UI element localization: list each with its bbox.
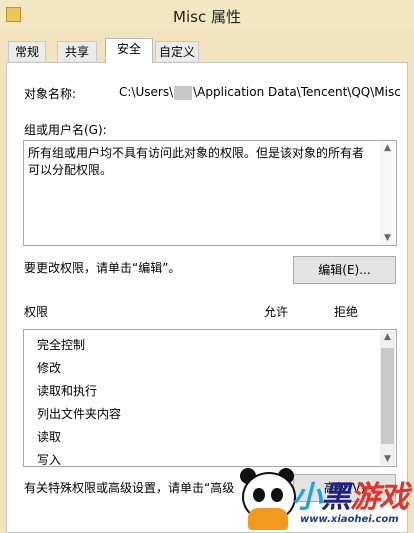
group-list-scrollbar[interactable]: ▲ ▼ [380, 142, 395, 244]
permission-row[interactable]: 读取和执行 [37, 382, 97, 400]
advanced-hint: 有关特殊权限或高级设置，请单击“高级 [24, 481, 235, 495]
scroll-down-icon[interactable]: ▼ [380, 454, 395, 464]
permission-row[interactable]: 修改 [37, 359, 61, 377]
redacted-username [174, 85, 193, 100]
permissions-scrollbar[interactable]: ▲ ▼ [380, 331, 395, 465]
panda-eye-icon [271, 488, 283, 502]
scroll-up-icon[interactable]: ▲ [380, 332, 395, 342]
scroll-down-icon[interactable]: ▼ [380, 233, 395, 243]
scroll-up-icon[interactable]: ▲ [380, 143, 395, 153]
permission-row[interactable]: 读取 [37, 428, 61, 446]
panda-body [248, 508, 288, 530]
tab-customize[interactable]: 自定义 [155, 41, 199, 61]
object-path: C:\Users\ \Application Data\Tencent\QQ\Mi… [119, 85, 401, 100]
watermark-logo: 小黑游戏 [292, 480, 409, 515]
watermark-url: www.xiaohei.com [300, 514, 399, 525]
permissions-label: 权限 [24, 305, 49, 319]
scrollbar-thumb[interactable] [381, 348, 394, 444]
tab-strip: 常规 共享 安全 自定义 [8, 38, 408, 63]
site-watermark: 小黑游戏 www.xiaohei.com [240, 464, 414, 533]
group-or-user-list[interactable]: 所有组或用户均不具有访问此对象的权限。但是该对象的所有者可以分配权限。 ▲ ▼ [23, 140, 397, 246]
tab-sharing[interactable]: 共享 [57, 41, 97, 61]
object-name-label: 对象名称: [24, 87, 77, 101]
edit-button[interactable]: 编辑(E)... [293, 256, 396, 284]
allow-column-header: 允许 [264, 305, 289, 319]
tab-general[interactable]: 常规 [8, 41, 46, 61]
window-title: Misc 属性 [173, 8, 241, 26]
permission-row[interactable]: 写入 [37, 451, 61, 465]
group-or-user-message: 所有组或用户均不具有访问此对象的权限。但是该对象的所有者可以分配权限。 [28, 146, 365, 177]
permissions-list[interactable]: 完全控制 修改 读取和执行 列出文件夹内容 读取 写入 ▲ ▼ [23, 329, 397, 467]
edit-hint: 要更改权限，请单击“编辑”。 [24, 261, 181, 275]
permission-row[interactable]: 列出文件夹内容 [37, 405, 121, 423]
panda-eye-icon [253, 488, 265, 502]
security-panel: 对象名称: C:\Users\ \Application Data\Tencent… [6, 62, 408, 533]
tab-security[interactable]: 安全 [105, 38, 153, 63]
object-path-prefix: C:\Users\ [119, 85, 174, 99]
group-or-user-label: 组或用户名(G): [24, 123, 107, 137]
object-path-suffix: \Application Data\Tencent\QQ\Misc [193, 85, 401, 99]
title-bar: Misc 属性 [0, 0, 414, 30]
permission-row[interactable]: 完全控制 [37, 336, 85, 354]
deny-column-header: 拒绝 [334, 305, 359, 319]
